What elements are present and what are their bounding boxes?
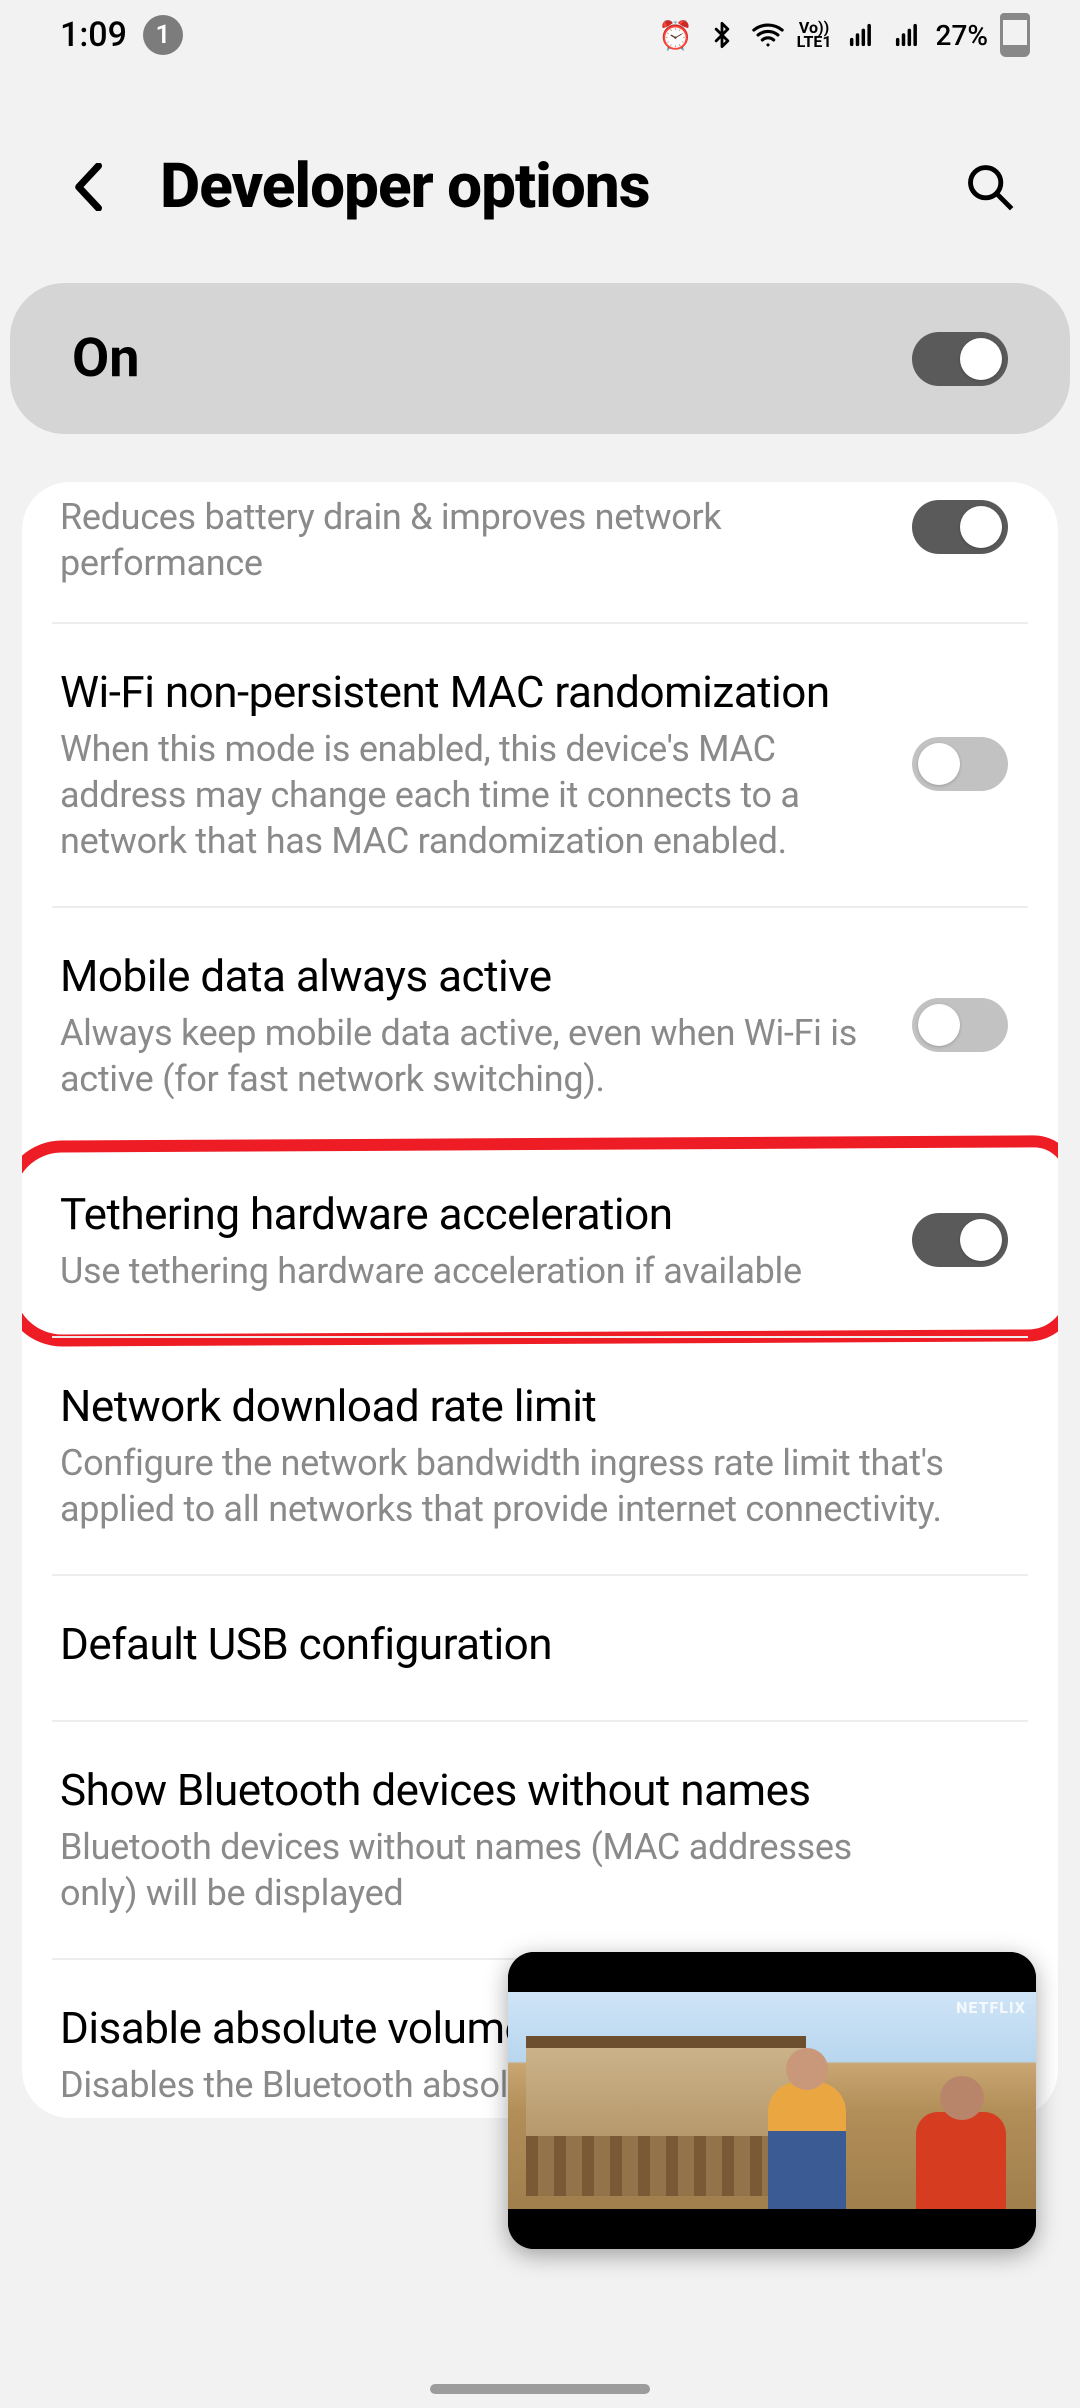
back-button[interactable] bbox=[60, 157, 120, 217]
battery-percent: 27% bbox=[936, 19, 988, 52]
item-toggle[interactable] bbox=[912, 500, 1008, 554]
status-left: 1:09 1 bbox=[60, 15, 183, 55]
bluetooth-icon bbox=[705, 21, 739, 49]
pip-letterbox bbox=[508, 1952, 1036, 1992]
item-desc: Configure the network bandwidth ingress … bbox=[60, 1440, 978, 1532]
list-item[interactable]: Default USB configuration bbox=[22, 1574, 1058, 1720]
master-toggle-label: On bbox=[72, 327, 140, 390]
status-time: 1:09 bbox=[60, 15, 127, 55]
master-toggle[interactable] bbox=[912, 332, 1008, 386]
page-header: Developer options bbox=[0, 70, 1080, 283]
signal-icon-2 bbox=[890, 21, 924, 49]
settings-list: Reduces battery drain & improves network… bbox=[22, 482, 1058, 2118]
alarm-icon: ⏰ bbox=[659, 19, 693, 52]
item-toggle[interactable] bbox=[912, 998, 1008, 1052]
signal-icon-1 bbox=[844, 21, 878, 49]
master-toggle-card[interactable]: On bbox=[10, 283, 1070, 434]
status-right: ⏰ Vo)) LTE1 27% bbox=[659, 13, 1030, 57]
wifi-icon bbox=[751, 18, 785, 52]
lte-indicator: Vo)) LTE1 bbox=[797, 21, 832, 49]
list-item[interactable]: Network download rate limit Configure th… bbox=[22, 1336, 1058, 1574]
item-desc: When this mode is enabled, this device's… bbox=[60, 726, 882, 864]
item-title: Network download rate limit bbox=[60, 1378, 978, 1434]
pip-scene-figure bbox=[768, 2082, 846, 2222]
item-title: Default USB configuration bbox=[60, 1616, 978, 1672]
chevron-left-icon bbox=[73, 163, 107, 211]
pip-scene-building bbox=[526, 2036, 806, 2196]
item-desc: Use tethering hardware acceleration if a… bbox=[60, 1248, 882, 1294]
list-item[interactable]: Reduces battery drain & improves network… bbox=[22, 482, 1058, 622]
item-desc: Always keep mobile data active, even whe… bbox=[60, 1010, 882, 1102]
pip-frame bbox=[508, 1992, 1036, 2209]
list-item[interactable]: Show Bluetooth devices without names Blu… bbox=[22, 1720, 1058, 1958]
pip-letterbox bbox=[508, 2209, 1036, 2249]
list-item[interactable]: Mobile data always active Always keep mo… bbox=[22, 906, 1058, 1144]
item-title: Mobile data always active bbox=[60, 948, 882, 1004]
item-title: Wi-Fi non-persistent MAC randomization bbox=[60, 664, 882, 720]
pip-source-badge: NETFLIX bbox=[956, 1998, 1026, 2017]
item-title: Tethering hardware acceleration bbox=[60, 1186, 882, 1242]
item-desc: Reduces battery drain & improves network… bbox=[60, 494, 882, 586]
notification-count-badge: 1 bbox=[143, 15, 183, 55]
item-title: Show Bluetooth devices without names bbox=[60, 1762, 882, 1818]
search-icon bbox=[964, 161, 1016, 213]
gesture-nav-handle[interactable] bbox=[430, 2384, 650, 2394]
page-title: Developer options bbox=[160, 150, 960, 223]
status-bar: 1:09 1 ⏰ Vo)) LTE1 27% bbox=[0, 0, 1080, 70]
list-item-tethering[interactable]: Tethering hardware acceleration Use teth… bbox=[22, 1144, 1058, 1336]
list-item[interactable]: Wi-Fi non-persistent MAC randomization W… bbox=[22, 622, 1058, 906]
item-desc: Bluetooth devices without names (MAC add… bbox=[60, 1824, 882, 1916]
item-toggle[interactable] bbox=[912, 1213, 1008, 1267]
pip-video[interactable]: NETFLIX bbox=[508, 1952, 1036, 2249]
item-toggle[interactable] bbox=[912, 737, 1008, 791]
battery-icon bbox=[1000, 13, 1030, 57]
search-button[interactable] bbox=[960, 157, 1020, 217]
